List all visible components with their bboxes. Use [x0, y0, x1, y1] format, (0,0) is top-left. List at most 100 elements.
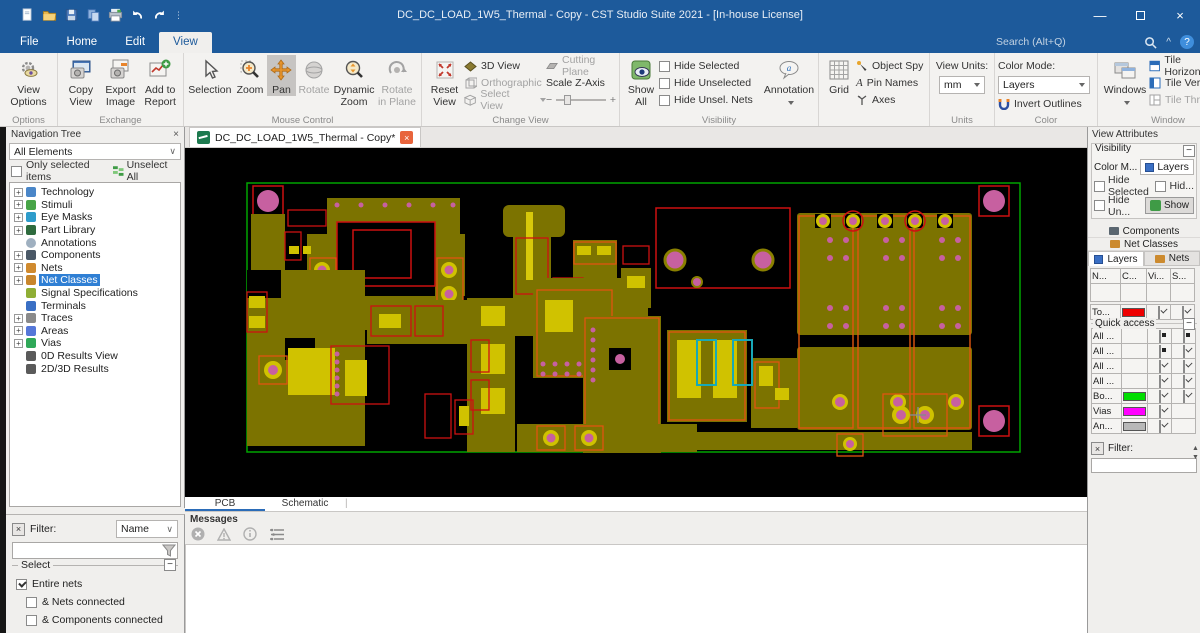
- layer-visible-checkbox[interactable]: [1147, 328, 1172, 344]
- clear-filter-icon[interactable]: ×: [12, 522, 25, 536]
- tree-item-eye-masks[interactable]: + Eye Masks: [10, 211, 180, 224]
- hide-un-checkbox-rp[interactable]: Hide Un...: [1094, 194, 1142, 218]
- select-option-entire-nets[interactable]: Entire nets: [16, 578, 174, 590]
- tree-item-nets[interactable]: + Nets: [10, 262, 180, 275]
- tree-scope-select[interactable]: All Elements ∨: [9, 143, 181, 160]
- expand-icon[interactable]: +: [14, 212, 23, 222]
- tab-edit[interactable]: Edit: [111, 32, 159, 53]
- slider-track[interactable]: [556, 95, 606, 105]
- document-tab-close-icon[interactable]: ×: [400, 131, 414, 144]
- tile-three-button[interactable]: Tile Three: [1149, 93, 1200, 107]
- components-visibility-button[interactable]: Components: [1088, 225, 1200, 238]
- expand-icon[interactable]: +: [14, 225, 23, 235]
- layer-visible-checkbox[interactable]: [1147, 358, 1172, 374]
- add-to-report-button[interactable]: Add to Report: [140, 55, 180, 108]
- show-all-button[interactable]: Show All: [623, 55, 659, 108]
- layer-selectable-checkbox[interactable]: [1171, 328, 1196, 344]
- tab-home[interactable]: Home: [53, 32, 112, 53]
- redo-icon[interactable]: [152, 8, 167, 22]
- clear-messages-icon[interactable]: [191, 527, 205, 541]
- info-icon[interactable]: [243, 527, 257, 541]
- layer-visible-checkbox[interactable]: [1147, 343, 1172, 359]
- hide-selected-checkbox[interactable]: Hide Selected: [659, 59, 763, 73]
- select-option--nets-connected[interactable]: & Nets connected: [26, 596, 174, 608]
- expand-icon[interactable]: +: [14, 326, 23, 336]
- layer-color-swatch[interactable]: [1121, 403, 1148, 419]
- search-input[interactable]: Search (Alt+Q): [990, 33, 1140, 51]
- hide-selected-checkbox-rp[interactable]: Hide Selected: [1094, 174, 1152, 198]
- table-scrollbar[interactable]: ▲ ▼: [1191, 445, 1200, 477]
- filter-messages-icon[interactable]: [269, 528, 285, 541]
- tree-item-terminals[interactable]: Terminals: [10, 299, 180, 312]
- minimize-button[interactable]: —: [1080, 0, 1120, 30]
- hide-unselected-checkbox[interactable]: Hide Unselected: [659, 76, 763, 90]
- filter-text-input[interactable]: [12, 542, 178, 559]
- document-tab-active[interactable]: DC_DC_LOAD_1W5_Thermal - Copy* ×: [189, 127, 422, 147]
- color-mode-select[interactable]: Layers: [1140, 159, 1194, 175]
- expand-icon[interactable]: +: [14, 200, 23, 210]
- qat-customize-icon[interactable]: ⋮: [174, 10, 183, 21]
- object-spy-button[interactable]: Object Spy: [856, 59, 926, 73]
- layer-color-swatch[interactable]: [1121, 388, 1148, 404]
- axes-button[interactable]: Axes: [856, 93, 926, 107]
- tree-item-technology[interactable]: + Technology: [10, 186, 180, 199]
- net-classes-visibility-button[interactable]: Net Classes: [1088, 238, 1200, 251]
- selection-button[interactable]: Selection: [187, 55, 233, 96]
- tree-item-vias[interactable]: + Vias: [10, 337, 180, 350]
- windows-button[interactable]: Windows: [1101, 55, 1149, 108]
- annotation-button[interactable]: a Annotation: [763, 55, 815, 108]
- print-icon[interactable]: [108, 8, 123, 22]
- expand-icon[interactable]: +: [14, 313, 23, 323]
- layer-name[interactable]: Bo...: [1091, 388, 1122, 404]
- layer-selectable-checkbox[interactable]: [1171, 388, 1196, 404]
- collapse-ribbon-icon[interactable]: ^: [1166, 37, 1171, 48]
- layer-name[interactable]: Vias: [1091, 403, 1122, 419]
- collapse-select-group-button[interactable]: −: [164, 559, 176, 571]
- layer-color-swatch[interactable]: [1121, 328, 1148, 344]
- layer-color-swatch[interactable]: [1121, 343, 1148, 359]
- tree-item-part-library[interactable]: + Part Library: [10, 224, 180, 237]
- hide-unsel-nets-checkbox[interactable]: Hide Unsel. Nets: [659, 93, 763, 107]
- hide-checkbox-rp[interactable]: Hid...: [1155, 179, 1194, 193]
- checkbox[interactable]: [26, 596, 37, 608]
- save-icon[interactable]: [64, 8, 79, 22]
- new-file-icon[interactable]: [20, 8, 35, 22]
- checkbox[interactable]: [26, 614, 37, 626]
- tab-layers[interactable]: Layers: [1088, 251, 1144, 266]
- layer-visible-checkbox[interactable]: [1147, 403, 1172, 419]
- tile-horizontally-button[interactable]: Tile Horizontally: [1149, 54, 1200, 78]
- tree-item-areas[interactable]: + Areas: [10, 325, 180, 338]
- slider-handle[interactable]: [564, 95, 572, 105]
- view-options-button[interactable]: View Options: [3, 55, 54, 108]
- copy-view-button[interactable]: Copy View: [61, 55, 101, 108]
- cutting-plane-button[interactable]: Cutting Plane: [546, 54, 616, 78]
- tree-item-traces[interactable]: + Traces: [10, 312, 180, 325]
- layer-selectable-checkbox[interactable]: [1171, 418, 1196, 434]
- layer-color-swatch[interactable]: [1121, 358, 1148, 374]
- expand-icon[interactable]: +: [14, 338, 23, 348]
- unselect-all-button[interactable]: Unselect All: [113, 159, 179, 183]
- scale-z-slider[interactable]: − +: [546, 93, 616, 107]
- layer-name[interactable]: All ...: [1091, 373, 1122, 389]
- rotate-in-plane-button[interactable]: Rotate in Plane: [376, 55, 418, 108]
- layer-selectable-checkbox[interactable]: [1171, 358, 1196, 374]
- pan-button[interactable]: Pan: [267, 55, 296, 97]
- copy-icon[interactable]: [86, 8, 101, 22]
- tab-schematic[interactable]: Schematic: [265, 497, 345, 511]
- pin-names-button[interactable]: A Pin Names: [856, 76, 926, 90]
- undo-icon[interactable]: [130, 8, 145, 22]
- messages-body[interactable]: [185, 544, 1200, 633]
- reset-view-button[interactable]: Reset View: [425, 55, 464, 108]
- layer-selectable-checkbox[interactable]: [1171, 403, 1196, 419]
- tab-file[interactable]: File: [6, 32, 53, 53]
- open-file-icon[interactable]: [42, 8, 57, 22]
- layer-color-swatch[interactable]: [1121, 418, 1148, 434]
- expand-icon[interactable]: +: [14, 263, 23, 273]
- rotate-button[interactable]: Rotate: [296, 55, 332, 96]
- filter-mode-select[interactable]: Name ∨: [116, 520, 178, 538]
- tree-item-0d-results-view[interactable]: 0D Results View: [10, 350, 180, 363]
- tile-vertically-button[interactable]: Tile Vertically: [1149, 76, 1200, 90]
- dynamic-zoom-button[interactable]: Dynamic Zoom: [332, 55, 376, 108]
- show-all-button-rp[interactable]: Show: [1144, 197, 1194, 214]
- collapse-quick-access-button[interactable]: −: [1183, 318, 1195, 330]
